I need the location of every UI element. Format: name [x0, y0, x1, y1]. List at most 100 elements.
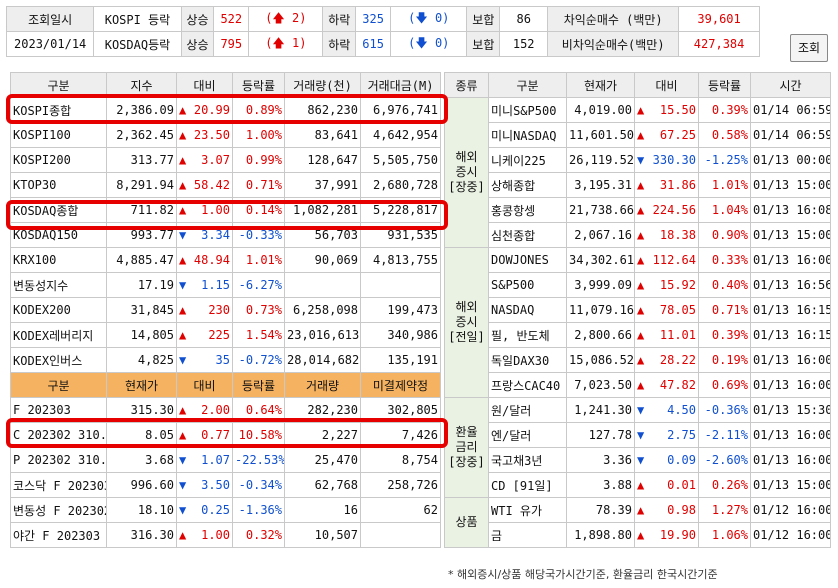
market-row[interactable]: 니케이225 26,119.52 ▼ 330.30 -1.25% 01/13 00:00: [445, 147, 831, 173]
market-row[interactable]: S&P500 3,999.09 ▲ 15.92 0.40% 01/13 16:56: [445, 272, 831, 298]
market-price: 1,898.80: [566, 522, 635, 548]
market-time: 01/13 15:30: [750, 397, 831, 423]
index-table: 구분 지수 대비 등락률 거래량(천) 거래대금(M) KOSPI종합 2,386.09 ▲ 2…: [10, 72, 441, 548]
index-row[interactable]: KRX100 4,885.47 ▲ 48.94 1.01% 90,069 4,813,755: [10, 247, 441, 273]
market-time: 01/13 16:56: [750, 272, 831, 298]
index-change-value: 3.34: [201, 228, 230, 242]
index-row[interactable]: 변동성지수 17.19 ▼ 1.15 -6.27%: [10, 272, 441, 298]
market-change: ▲ 15.92: [634, 272, 699, 298]
futures-change-value: 3.50: [201, 478, 230, 492]
index-row[interactable]: KOSPI100 2,362.45 ▲ 23.50 1.00% 83,641 4,642,9…: [10, 122, 441, 148]
futures-volume: 2,227: [284, 422, 361, 448]
index-volume: 37,991: [284, 172, 361, 198]
market-change: ▼ 0.09: [634, 447, 699, 473]
index-rate: 1.00%: [232, 122, 285, 148]
futures-rate: 0.64%: [232, 397, 285, 423]
market-row[interactable]: 해외 증시 [장중] 미니S&P500 4,019.00 ▲ 15.50 0.39% 01/…: [444, 97, 831, 248]
market-time: 01/13 15:00: [750, 222, 831, 248]
futures-col-header: 구분: [10, 372, 107, 398]
index-row[interactable]: KOSPI종합 2,386.09 ▲ 20.99 0.89% 862,230 6,976,7…: [10, 97, 441, 123]
market-rate: -0.36%: [698, 397, 751, 423]
market-row[interactable]: 국고채3년 3.36 ▼ 0.09 -2.60% 01/13 16:00: [445, 447, 831, 473]
market-change-value: 47.82: [659, 378, 696, 392]
futures-row[interactable]: P 202302 310.0 3.68 ▼ 1.07 -22.53% 25,470 8,75…: [10, 447, 441, 473]
market-price: 2,800.66: [566, 322, 635, 348]
market-row[interactable]: 환율 금리 [장중] 원/달러 1,241.30 ▼ 4.50 -0.36% 01/13 1…: [444, 397, 831, 498]
index-row[interactable]: KODEX레버리지 14,805 ▲ 225 1.54% 23,016,613 340,98…: [10, 322, 441, 348]
index-row[interactable]: KTOP30 8,291.94 ▲ 58.42 0.71% 37,991 2,680,728: [10, 172, 441, 198]
market-row[interactable]: 홍콩항셍 21,738.66 ▲ 224.56 1.04% 01/13 16:08: [445, 197, 831, 223]
market-time: 01/13 16:00: [750, 447, 831, 473]
market-name: 금: [488, 522, 567, 548]
market-name: 홍콩항셍: [488, 197, 567, 223]
triangle-up-icon: ▲: [637, 353, 645, 367]
query-button[interactable]: 조회: [790, 34, 828, 62]
index-row[interactable]: KODEX인버스 4,825 ▼ 35 -0.72% 28,014,682 135,191: [10, 347, 441, 373]
index-name: KRX100: [10, 247, 107, 273]
index-name: KTOP30: [10, 172, 107, 198]
futures-row[interactable]: 코스닥 F 202303 996.60 ▼ 3.50 -0.34% 62,768 258,7…: [10, 472, 441, 498]
index-row[interactable]: KOSDAQ종합 711.82 ▲ 1.00 0.14% 1,082,281 5,228,8…: [10, 197, 441, 223]
triangle-down-icon: ▼: [179, 478, 187, 492]
kosdaq-flat-count: 152: [499, 31, 549, 57]
market-name: 독일DAX30: [488, 347, 567, 373]
market-row[interactable]: 독일DAX30 15,086.52 ▲ 28.22 0.19% 01/13 16:00: [445, 347, 831, 373]
market-row[interactable]: 상해종합 3,195.31 ▲ 31.86 1.01% 01/13 15:00: [445, 172, 831, 198]
market-rate: 0.58%: [698, 122, 751, 148]
market-row[interactable]: 엔/달러 127.78 ▼ 2.75 -2.11% 01/13 16:00: [445, 422, 831, 448]
index-name: KODEX인버스: [10, 347, 107, 373]
kospi-up-label: 상승: [180, 6, 215, 32]
market-time: 01/13 15:00: [750, 472, 831, 498]
triangle-up-icon: ▲: [179, 103, 187, 117]
kosdaq-up-label: 상승: [180, 31, 215, 57]
futures-change-value: 1.00: [201, 528, 230, 542]
market-row[interactable]: CD [91일] 3.88 ▲ 0.01 0.26% 01/13 15:00: [445, 472, 831, 498]
triangle-up-icon: ▲: [179, 303, 187, 317]
index-value: 313.77: [106, 147, 177, 173]
index-change-value: 20.99: [193, 103, 230, 117]
futures-change: ▲ 2.00: [176, 397, 233, 423]
futures-change-value: 0.77: [201, 428, 230, 442]
kosdaq-down-limit: (🡇 0): [390, 31, 468, 57]
market-rate: 1.01%: [698, 172, 751, 198]
index-rate: 0.89%: [232, 97, 285, 123]
kospi-flat-label: 보합: [466, 6, 501, 32]
market-name: 미니S&P500: [488, 97, 567, 123]
futures-row[interactable]: 변동성 F 202302 18.10 ▼ 0.25 -1.36% 16 62: [10, 497, 441, 523]
market-price: 1,241.30: [566, 397, 635, 423]
market-row[interactable]: 금 1,898.80 ▲ 19.90 1.06% 01/12 16:00: [445, 522, 831, 548]
market-change: ▲ 224.56: [634, 197, 699, 223]
market-change-value: 0.01: [667, 478, 696, 492]
market-rate: 0.69%: [698, 372, 751, 398]
market-row[interactable]: 심천종합 2,067.16 ▲ 18.38 0.90% 01/13 15:00: [445, 222, 831, 248]
market-change: ▲ 78.05: [634, 297, 699, 323]
market-rate: -1.25%: [698, 147, 751, 173]
triangle-up-icon: ▲: [637, 528, 645, 542]
index-row[interactable]: KOSPI200 313.77 ▲ 3.07 0.99% 128,647 5,505,750: [10, 147, 441, 173]
group-label: 환율 금리 [장중]: [444, 397, 489, 498]
index-change-value: 3.07: [201, 153, 230, 167]
market-rate: 1.06%: [698, 522, 751, 548]
index-amount: 5,505,750: [360, 147, 441, 173]
futures-name: 야간 F 202303: [10, 522, 107, 548]
arrow-down-icon: 🡇: [415, 35, 428, 50]
market-row[interactable]: 해외 증시 [전일] DOWJONES 34,302.61 ▲ 112.64 0.33% 0…: [444, 247, 831, 398]
index-amount: 5,228,817: [360, 197, 441, 223]
market-row[interactable]: NASDAQ 11,079.16 ▲ 78.05 0.71% 01/13 16:15: [445, 297, 831, 323]
index-value: 14,805: [106, 322, 177, 348]
futures-row[interactable]: F 202303 315.30 ▲ 2.00 0.64% 282,230 302,805: [10, 397, 441, 423]
index-row[interactable]: KODEX200 31,845 ▲ 230 0.73% 6,258,098 199,473: [10, 297, 441, 323]
market-row[interactable]: 미니NASDAQ 11,601.50 ▲ 67.25 0.58% 01/14 06:59: [445, 122, 831, 148]
market-row[interactable]: 상품 WTI 유가 78.39 ▲ 0.98 1.27% 01/12 16:00: [444, 497, 831, 548]
market-price: 2,067.16: [566, 222, 635, 248]
futures-row[interactable]: C 202302 310.0 8.05 ▲ 0.77 10.58% 2,227 7,426: [10, 422, 441, 448]
futures-row[interactable]: 야간 F 202303 316.30 ▲ 1.00 0.32% 10,507: [10, 522, 441, 548]
futures-volume: 282,230: [284, 397, 361, 423]
index-row[interactable]: KOSDAQ150 993.77 ▼ 3.34 -0.33% 56,703 931,535: [10, 222, 441, 248]
market-time: 01/14 06:59: [750, 122, 831, 148]
market-change-value: 330.30: [652, 153, 696, 167]
market-row[interactable]: 프랑스CAC40 7,023.50 ▲ 47.82 0.69% 01/13 16:00: [445, 372, 831, 398]
market-row[interactable]: 필, 반도체 2,800.66 ▲ 11.01 0.39% 01/13 16:15: [445, 322, 831, 348]
index-change: ▲ 1.00: [176, 197, 233, 223]
market-change-value: 15.92: [659, 278, 696, 292]
